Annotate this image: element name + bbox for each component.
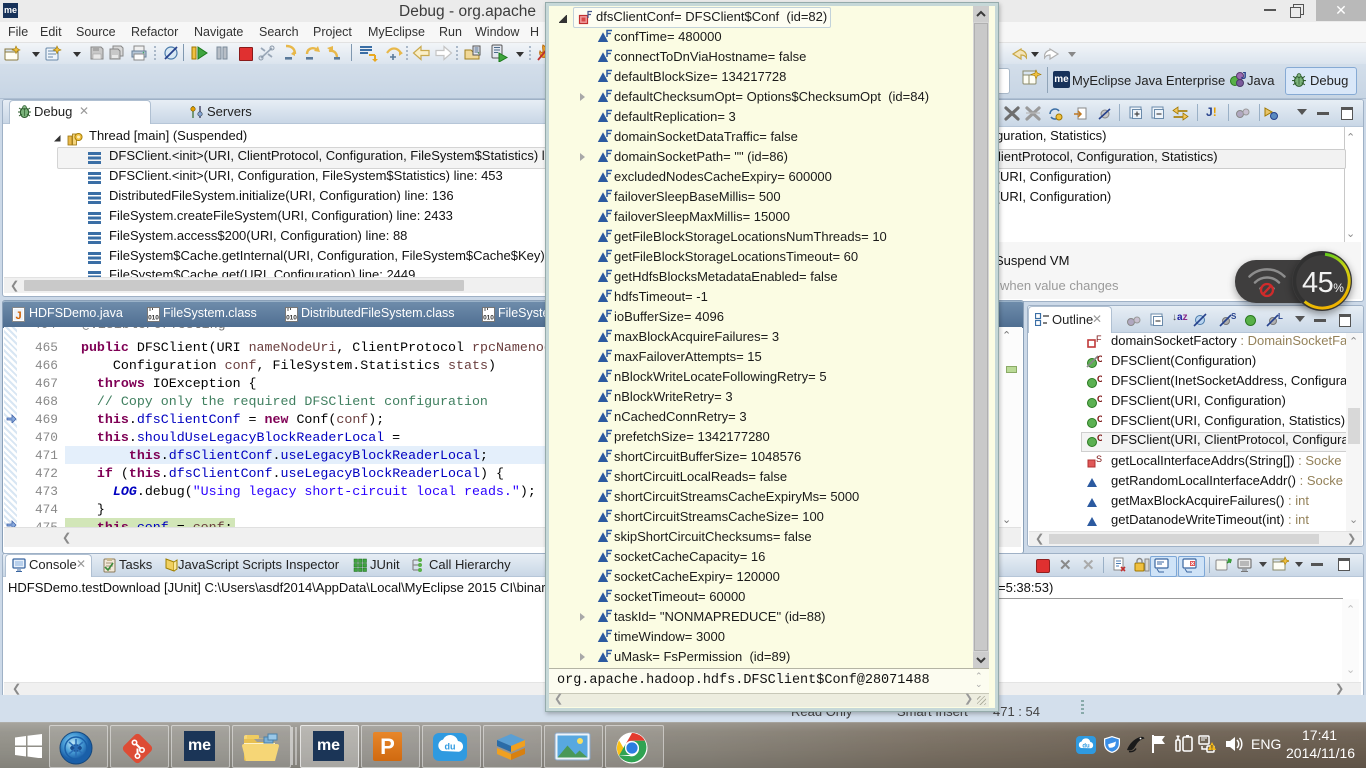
svg-text:C: C	[1097, 434, 1102, 443]
svg-text:C: C	[1097, 395, 1102, 404]
svg-text:C: C	[1097, 375, 1102, 384]
svg-text:du: du	[445, 742, 456, 752]
svg-text:J: J	[15, 310, 21, 322]
svg-text:S: S	[1096, 455, 1102, 464]
svg-text:010: 010	[483, 315, 494, 322]
svg-text:L: L	[1278, 313, 1283, 321]
svg-text:J: J	[1241, 71, 1246, 82]
svg-text:010: 010	[148, 315, 159, 322]
svg-text:F: F	[1096, 335, 1102, 344]
svg-text:du: du	[1082, 743, 1090, 749]
svg-text:C: C	[1097, 415, 1102, 424]
svg-text:010: 010	[286, 315, 297, 322]
svg-text:!: !	[1211, 745, 1213, 752]
svg-text:C: C	[1097, 355, 1102, 364]
svg-text:S: S	[1231, 313, 1237, 321]
